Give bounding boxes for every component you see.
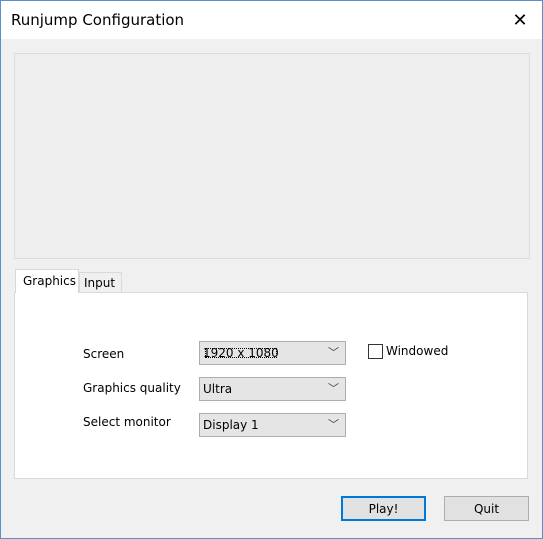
screen-select[interactable]: 1920 x 1080 ﹀ [199, 341, 346, 365]
quality-label: Graphics quality [83, 381, 181, 395]
windowed-label[interactable]: Windowed [386, 344, 448, 358]
chevron-down-icon: ﹀ [328, 382, 339, 395]
quality-select[interactable]: Ultra ﹀ [199, 377, 346, 401]
monitor-select[interactable]: Display 1 ﹀ [199, 413, 346, 437]
chevron-down-icon: ﹀ [328, 418, 339, 431]
banner-image [14, 53, 530, 259]
screen-label: Screen [83, 347, 125, 361]
tab-graphics[interactable]: Graphics [15, 269, 79, 293]
screen-value: 1920 x 1080 [203, 346, 279, 360]
close-icon[interactable]: ✕ [498, 1, 542, 39]
window-title: Runjump Configuration [11, 11, 185, 29]
monitor-value: Display 1 [203, 418, 259, 432]
monitor-label: Select monitor [83, 415, 171, 429]
title-bar: Runjump Configuration ✕ [1, 1, 542, 39]
windowed-checkbox[interactable] [368, 344, 383, 359]
play-button[interactable]: Play! [341, 496, 426, 521]
config-window: Runjump Configuration ✕ Graphics Input S… [0, 0, 543, 539]
tab-input[interactable]: Input [79, 272, 122, 293]
quit-button[interactable]: Quit [444, 496, 529, 521]
chevron-down-icon: ﹀ [328, 346, 339, 359]
quality-value: Ultra [203, 382, 233, 396]
